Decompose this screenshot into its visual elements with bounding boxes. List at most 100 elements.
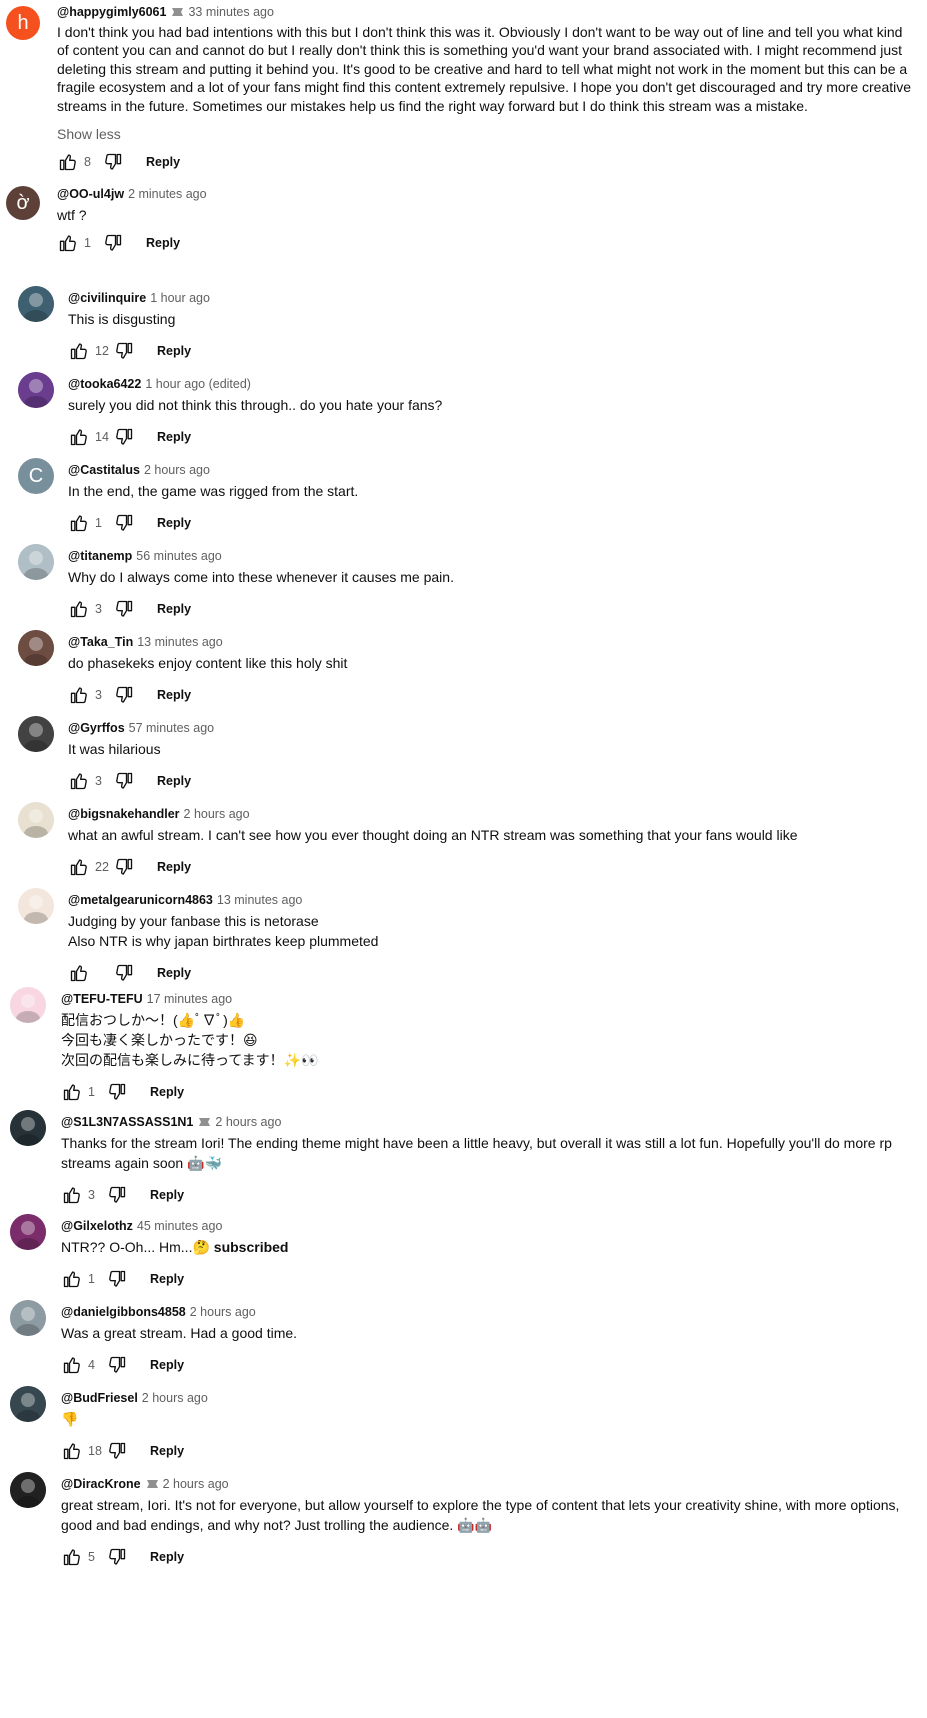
reply-button[interactable]: Reply	[150, 1358, 184, 1372]
dislike-button[interactable]	[106, 1354, 128, 1376]
reply-button[interactable]: Reply	[157, 966, 191, 980]
dislike-button[interactable]	[113, 962, 135, 984]
avatar[interactable]	[18, 630, 54, 666]
dislike-button[interactable]	[106, 1184, 128, 1206]
comment-timestamp[interactable]: 2 minutes ago	[128, 186, 207, 202]
avatar[interactable]	[10, 1110, 46, 1146]
avatar[interactable]	[18, 888, 54, 924]
avatar[interactable]	[10, 1472, 46, 1508]
avatar[interactable]: C	[18, 458, 54, 494]
comment-timestamp[interactable]: 57 minutes ago	[129, 720, 214, 736]
author-name[interactable]: @Castitalus	[68, 462, 140, 478]
like-button[interactable]	[61, 1546, 83, 1568]
reply-button[interactable]: Reply	[157, 516, 191, 530]
dislike-button[interactable]	[113, 512, 135, 534]
comment-timestamp[interactable]: 2 hours ago	[142, 1390, 208, 1406]
dislike-button[interactable]	[113, 426, 135, 448]
like-count: 14	[95, 430, 109, 444]
reply-button[interactable]: Reply	[150, 1188, 184, 1202]
avatar[interactable]	[18, 372, 54, 408]
comment-timestamp[interactable]: 45 minutes ago	[137, 1218, 222, 1234]
like-button[interactable]	[61, 1354, 83, 1376]
like-button[interactable]	[61, 1268, 83, 1290]
reply-button[interactable]: Reply	[157, 344, 191, 358]
dislike-button[interactable]	[113, 856, 135, 878]
reply-button[interactable]: Reply	[150, 1550, 184, 1564]
like-button[interactable]	[68, 770, 90, 792]
reply-button[interactable]: Reply	[146, 236, 180, 250]
avatar[interactable]	[10, 1386, 46, 1422]
dislike-button[interactable]	[106, 1081, 128, 1103]
reply-button[interactable]: Reply	[157, 602, 191, 616]
avatar[interactable]	[10, 987, 46, 1023]
avatar[interactable]	[10, 1214, 46, 1250]
avatar[interactable]	[18, 286, 54, 322]
comment-header: @OO-ul4jw 2 minutes ago	[57, 186, 915, 202]
author-name[interactable]: @S1L3N7ASSASS1N1	[61, 1114, 193, 1130]
author-name[interactable]: @Gyrffos	[68, 720, 125, 736]
author-name[interactable]: @DiracKrone	[61, 1476, 141, 1492]
like-button[interactable]	[68, 684, 90, 706]
reply-button[interactable]: Reply	[157, 774, 191, 788]
like-button[interactable]	[57, 232, 79, 254]
like-button[interactable]	[68, 426, 90, 448]
reply-button[interactable]: Reply	[157, 688, 191, 702]
dislike-button[interactable]	[113, 598, 135, 620]
show-less-button[interactable]: Show less	[57, 124, 915, 144]
like-button[interactable]	[68, 856, 90, 878]
avatar[interactable]: ờ	[6, 186, 40, 220]
comment-timestamp[interactable]: 2 hours ago	[190, 1304, 256, 1320]
reply-button[interactable]: Reply	[150, 1444, 184, 1458]
comment-timestamp[interactable]: 33 minutes ago	[188, 4, 273, 20]
author-name[interactable]: @OO-ul4jw	[57, 186, 124, 202]
comment-timestamp[interactable]: 2 hours ago	[163, 1476, 229, 1492]
comment-timestamp[interactable]: 2 hours ago	[215, 1114, 281, 1130]
like-button[interactable]	[61, 1184, 83, 1206]
like-button[interactable]	[68, 962, 90, 984]
author-name[interactable]: @Gilxelothz	[61, 1218, 133, 1234]
avatar[interactable]: h	[6, 6, 40, 40]
like-button[interactable]	[57, 151, 79, 173]
dislike-button[interactable]	[106, 1268, 128, 1290]
dislike-button[interactable]	[102, 151, 124, 173]
author-name[interactable]: @danielgibbons4858	[61, 1304, 186, 1320]
dislike-button[interactable]	[106, 1440, 128, 1462]
dislike-button[interactable]	[113, 770, 135, 792]
reply-button[interactable]: Reply	[146, 155, 180, 169]
comment-timestamp[interactable]: 2 hours ago	[184, 806, 250, 822]
dislike-button[interactable]	[113, 340, 135, 362]
author-name[interactable]: @happygimly6061	[57, 4, 166, 20]
comment-timestamp[interactable]: 1 hour ago	[150, 290, 210, 306]
avatar[interactable]	[18, 716, 54, 752]
reply-button[interactable]: Reply	[150, 1272, 184, 1286]
comment-timestamp[interactable]: 13 minutes ago	[137, 634, 222, 650]
like-button[interactable]	[68, 598, 90, 620]
author-name[interactable]: @Taka_Tin	[68, 634, 133, 650]
avatar[interactable]	[18, 802, 54, 838]
author-name[interactable]: @titanemp	[68, 548, 132, 564]
reply-button[interactable]: Reply	[157, 860, 191, 874]
like-button[interactable]	[61, 1081, 83, 1103]
author-name[interactable]: @tooka6422	[68, 376, 141, 392]
reply-button[interactable]: Reply	[150, 1085, 184, 1099]
comment-timestamp[interactable]: 13 minutes ago	[217, 892, 302, 908]
author-name[interactable]: @civilinquire	[68, 290, 146, 306]
comment-timestamp[interactable]: 17 minutes ago	[147, 991, 232, 1007]
like-button[interactable]	[61, 1440, 83, 1462]
author-name[interactable]: @bigsnakehandler	[68, 806, 180, 822]
dislike-button[interactable]	[102, 232, 124, 254]
comment-timestamp[interactable]: 56 minutes ago	[136, 548, 221, 564]
like-button[interactable]	[68, 340, 90, 362]
comment-text: Thanks for the stream Iori! The ending t…	[61, 1135, 892, 1171]
author-name[interactable]: @metalgearunicorn4863	[68, 892, 213, 908]
dislike-button[interactable]	[113, 684, 135, 706]
author-name[interactable]: @TEFU-TEFU	[61, 991, 143, 1007]
dislike-button[interactable]	[106, 1546, 128, 1568]
comment-timestamp[interactable]: 1 hour ago (edited)	[145, 376, 251, 392]
reply-button[interactable]: Reply	[157, 430, 191, 444]
comment-timestamp[interactable]: 2 hours ago	[144, 462, 210, 478]
avatar[interactable]	[10, 1300, 46, 1336]
avatar[interactable]	[18, 544, 54, 580]
author-name[interactable]: @BudFriesel	[61, 1390, 138, 1406]
like-button[interactable]	[68, 512, 90, 534]
